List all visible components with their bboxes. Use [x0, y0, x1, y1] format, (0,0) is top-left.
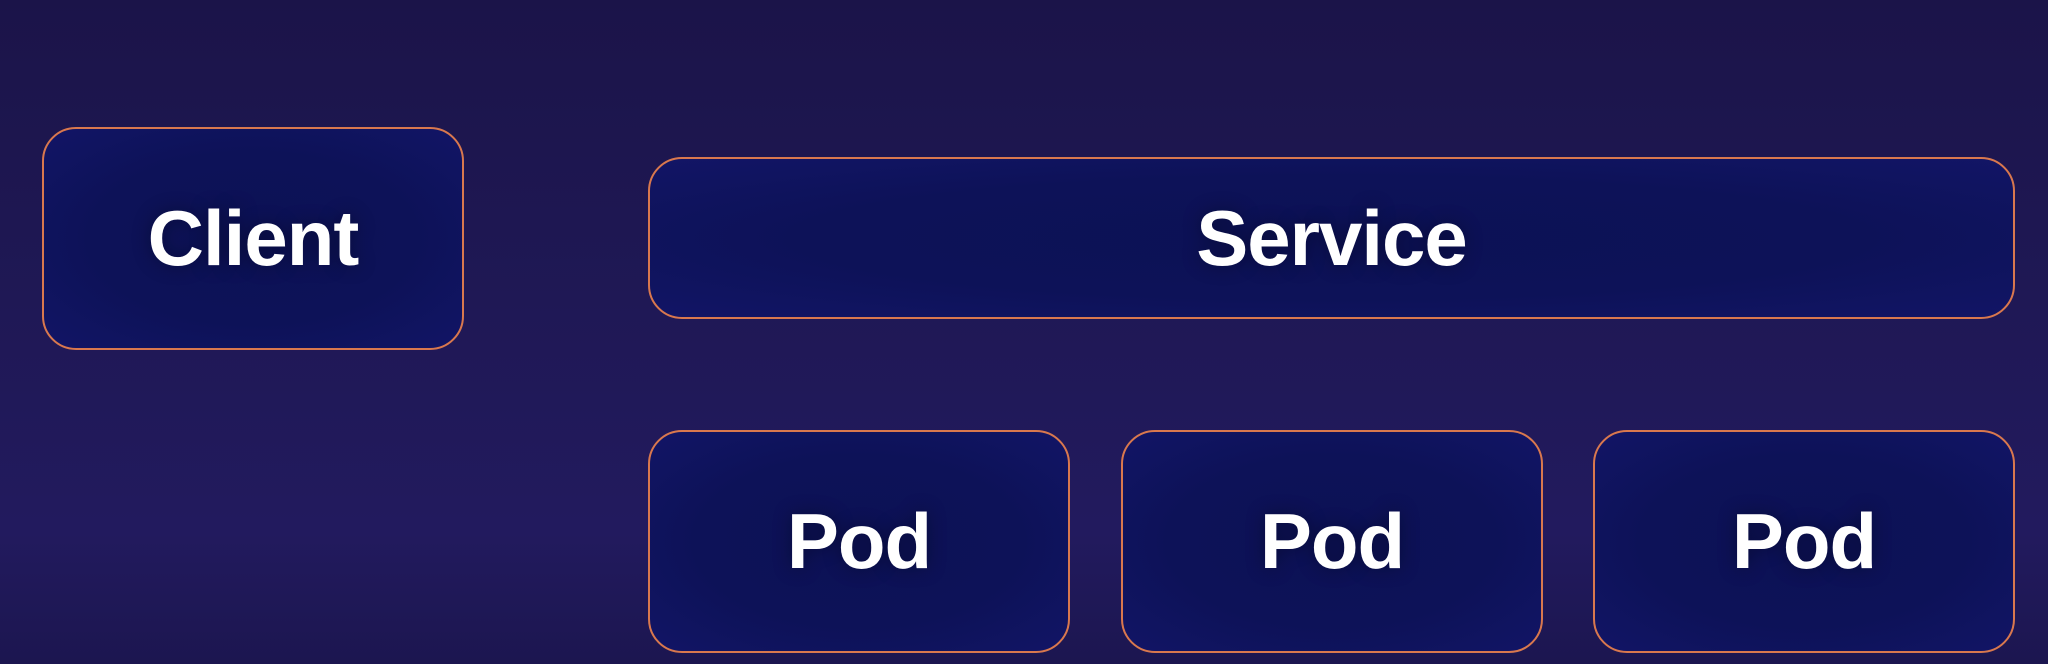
service-node: Service: [648, 157, 2015, 319]
pod-node-2: Pod: [1121, 430, 1543, 653]
pod-label-3: Pod: [1731, 497, 1877, 585]
pod-label-2: Pod: [1259, 497, 1405, 585]
service-label: Service: [1196, 193, 1468, 282]
client-label: Client: [147, 194, 360, 282]
pod-label-1: Pod: [786, 497, 932, 585]
pod-node-3: Pod: [1593, 430, 2015, 653]
client-node: Client: [42, 127, 464, 350]
pod-node-1: Pod: [648, 430, 1070, 653]
